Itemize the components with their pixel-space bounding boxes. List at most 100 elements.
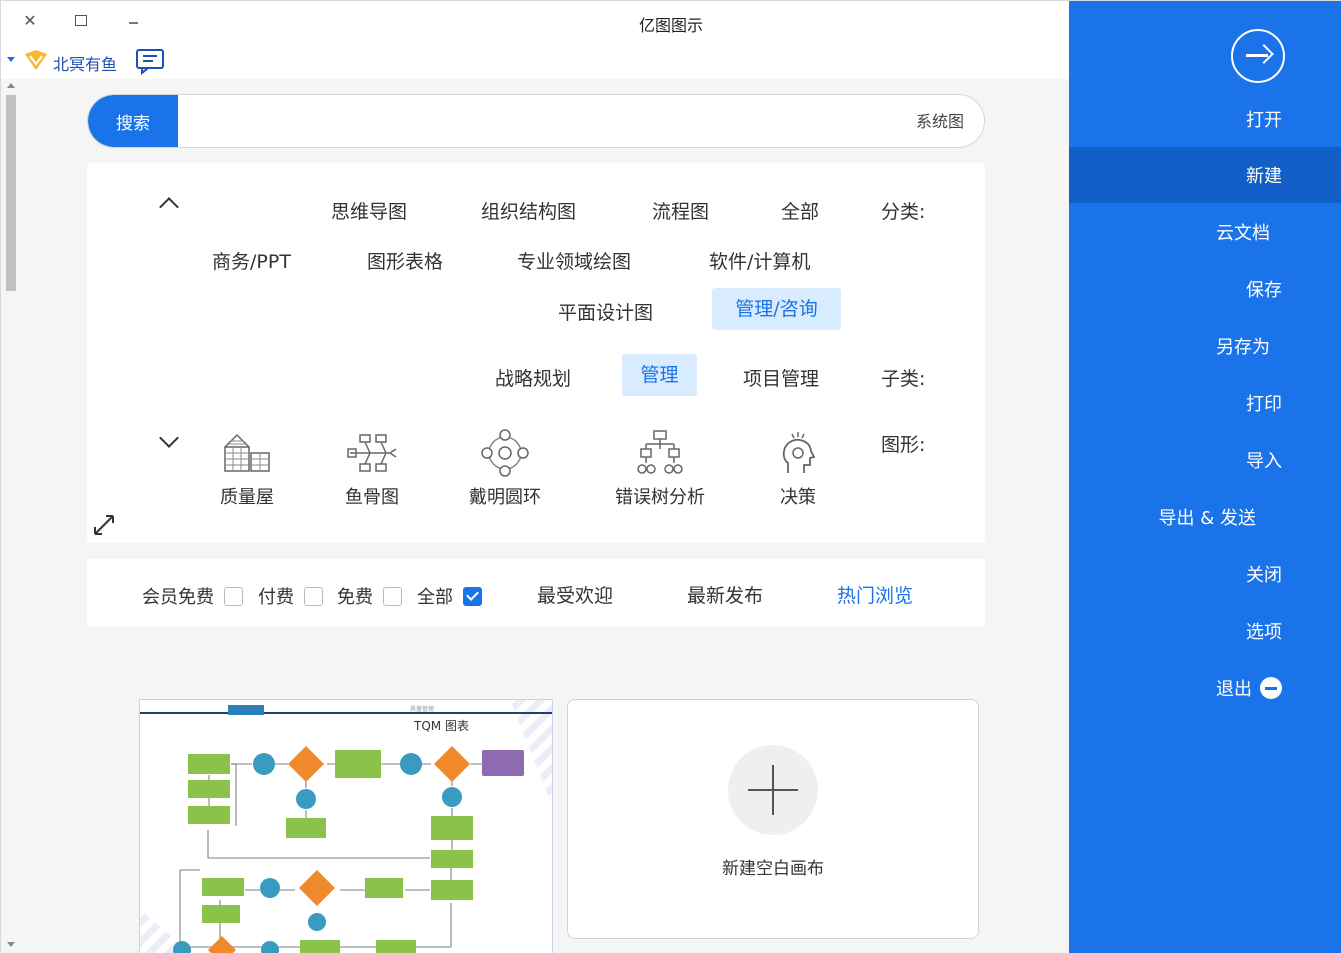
- category-graphic-design[interactable]: 平面设计图: [558, 298, 653, 325]
- sidebar-item-import-label: 导入: [1246, 451, 1282, 472]
- category-management-consulting[interactable]: 管理/咨询: [712, 288, 841, 330]
- category-all[interactable]: 全部: [781, 197, 819, 224]
- user-name[interactable]: 北冥有鱼: [53, 51, 117, 75]
- new-blank-canvas-card[interactable]: 新建空白画布: [567, 699, 979, 939]
- category-business-ppt[interactable]: 商务/PPT: [212, 247, 291, 274]
- fishbone-icon: [347, 434, 397, 472]
- plus-icon: [728, 745, 818, 835]
- search-box: 搜索: [87, 94, 985, 148]
- category-software[interactable]: 软件/计算机: [709, 247, 810, 274]
- sidebar-item-import[interactable]: 导入: [1069, 432, 1341, 488]
- tab-hot[interactable]: 热门浏览: [837, 581, 913, 608]
- close-window-button[interactable]: ✕: [17, 9, 43, 31]
- sidebar-item-open[interactable]: 打开: [1069, 91, 1341, 147]
- sidebar-item-close[interactable]: 关闭: [1069, 546, 1341, 602]
- price-filter-free-checkbox[interactable]: [383, 586, 402, 606]
- sidebar-item-save-as-label: 另存为: [1216, 337, 1270, 358]
- template-card-tqm[interactable]: 质量管理 TQM 图表: [139, 699, 553, 953]
- price-filter-all-label: 全部: [417, 587, 453, 608]
- sidebar-item-print[interactable]: 打印: [1069, 375, 1341, 431]
- message-icon[interactable]: [134, 47, 166, 75]
- scroll-up-arrow-icon[interactable]: [7, 83, 15, 88]
- sidebar-item-close-label: 关闭: [1246, 565, 1282, 586]
- sidebar-item-save[interactable]: 保存: [1069, 261, 1341, 317]
- price-filter-member-free-checkbox[interactable]: [224, 586, 243, 606]
- close-icon: ✕: [23, 10, 37, 30]
- user-bar: 北冥有鱼: [1, 43, 1069, 79]
- maximize-window-button[interactable]: [68, 9, 94, 31]
- open-arrow-icon[interactable]: [1231, 29, 1285, 83]
- tree-icon: [637, 430, 683, 474]
- shape-fault-tree[interactable]: 错误树分析: [605, 429, 715, 509]
- sidebar-item-new-label: 新建: [1246, 166, 1282, 187]
- head-icon: [782, 432, 816, 473]
- subcategory-management[interactable]: 管理: [622, 354, 697, 396]
- sidebar-item-cloud-docs-label: 云文档: [1216, 223, 1270, 244]
- app-title: 亿图图示: [638, 16, 703, 35]
- tab-newest[interactable]: 最新发布: [687, 581, 763, 608]
- search-button[interactable]: 搜索: [88, 95, 178, 147]
- sidebar-item-options[interactable]: 选项: [1069, 603, 1341, 659]
- cycle-icon: [481, 429, 529, 477]
- scroll-thumb[interactable]: [6, 95, 16, 291]
- sidebar-item-export-send-label: 导出 & 发送: [1158, 508, 1256, 529]
- price-filter-all[interactable]: 全部: [417, 583, 482, 609]
- house-icon: [224, 433, 270, 472]
- price-filter-paid-label: 付费: [258, 587, 294, 608]
- app-window: ✕ 亿图图示 北冥有鱼 搜索 分类: 全部 流程图 组织结构图: [0, 0, 1341, 953]
- category-label: 分类:: [881, 201, 926, 223]
- tab-popular[interactable]: 最受欢迎: [537, 581, 613, 608]
- shape-house-of-quality-label: 质量屋: [220, 487, 274, 508]
- category-graphics-tables[interactable]: 图形表格: [367, 247, 443, 274]
- shape-decision[interactable]: 决策: [743, 429, 853, 509]
- shape-fishbone[interactable]: 鱼骨图: [317, 429, 427, 509]
- shape-deming-cycle-label: 戴明圆环: [469, 487, 541, 508]
- user-dropdown-icon[interactable]: [7, 57, 15, 62]
- new-blank-canvas-label: 新建空白画布: [722, 859, 824, 879]
- template-thumbnail: 质量管理 TQM 图表: [140, 700, 552, 953]
- price-filter-paid-checkbox[interactable]: [304, 586, 323, 606]
- sidebar-item-exit[interactable]: 退出: [1069, 660, 1341, 716]
- sort-bar: 热门浏览 最新发布 最受欢迎 全部 免费 付费 会员免费: [87, 559, 985, 627]
- category-org-chart[interactable]: 组织结构图: [481, 197, 576, 224]
- subcategory-strategy[interactable]: 战略规划: [495, 364, 571, 391]
- exit-minus-icon: [1260, 677, 1282, 699]
- sidebar-item-new[interactable]: 新建: [1069, 147, 1341, 203]
- sidebar-item-export-send[interactable]: 导出 & 发送: [1069, 489, 1341, 545]
- sidebar-item-open-label: 打开: [1246, 110, 1282, 131]
- expand-chevron-down-icon[interactable]: [159, 428, 179, 448]
- category-mind-map[interactable]: 思维导图: [331, 197, 407, 224]
- minimize-window-button[interactable]: [120, 9, 146, 31]
- price-filter-paid[interactable]: 付费: [258, 583, 323, 609]
- maximize-icon: [75, 14, 87, 26]
- shape-fault-tree-label: 错误树分析: [615, 487, 705, 508]
- file-menu-sidebar: 打开 新建 云文档 保存 另存为 打印 导入 导出 & 发送 关闭 选项 退出: [1069, 1, 1341, 953]
- sidebar-item-print-label: 打印: [1246, 394, 1282, 415]
- vip-badge-icon: [25, 50, 47, 70]
- price-filter-free-label: 免费: [337, 587, 373, 608]
- sidebar-item-cloud-docs[interactable]: 云文档: [1069, 204, 1341, 260]
- collapse-chevron-up-icon[interactable]: [159, 197, 179, 217]
- scroll-down-arrow-icon[interactable]: [7, 942, 15, 947]
- shape-label: 图形:: [881, 434, 926, 456]
- sidebar-item-exit-label: 退出: [1216, 679, 1252, 700]
- sidebar-item-save-label: 保存: [1246, 280, 1282, 301]
- price-filter-all-checkbox[interactable]: [463, 586, 482, 606]
- shape-fishbone-label: 鱼骨图: [345, 487, 399, 508]
- price-filter-free[interactable]: 免费: [337, 583, 402, 609]
- vertical-scrollbar[interactable]: [5, 81, 17, 949]
- minimize-icon: [128, 22, 138, 24]
- search-input[interactable]: [184, 95, 968, 147]
- fullscreen-icon[interactable]: [92, 513, 116, 537]
- category-flowchart[interactable]: 流程图: [652, 197, 709, 224]
- shape-decision-label: 决策: [780, 487, 816, 508]
- sidebar-item-save-as[interactable]: 另存为: [1069, 318, 1341, 374]
- subcategory-project-management[interactable]: 项目管理: [743, 364, 819, 391]
- subcategory-label: 子类:: [881, 368, 926, 390]
- category-professional[interactable]: 专业领域绘图: [517, 247, 631, 274]
- shape-deming-cycle[interactable]: 戴明圆环: [450, 429, 560, 509]
- price-filter-member-free[interactable]: 会员免费: [142, 583, 243, 609]
- price-filter-member-free-label: 会员免费: [142, 587, 214, 608]
- template-header-text: 质量管理: [410, 705, 434, 713]
- shape-house-of-quality[interactable]: 质量屋: [192, 429, 302, 509]
